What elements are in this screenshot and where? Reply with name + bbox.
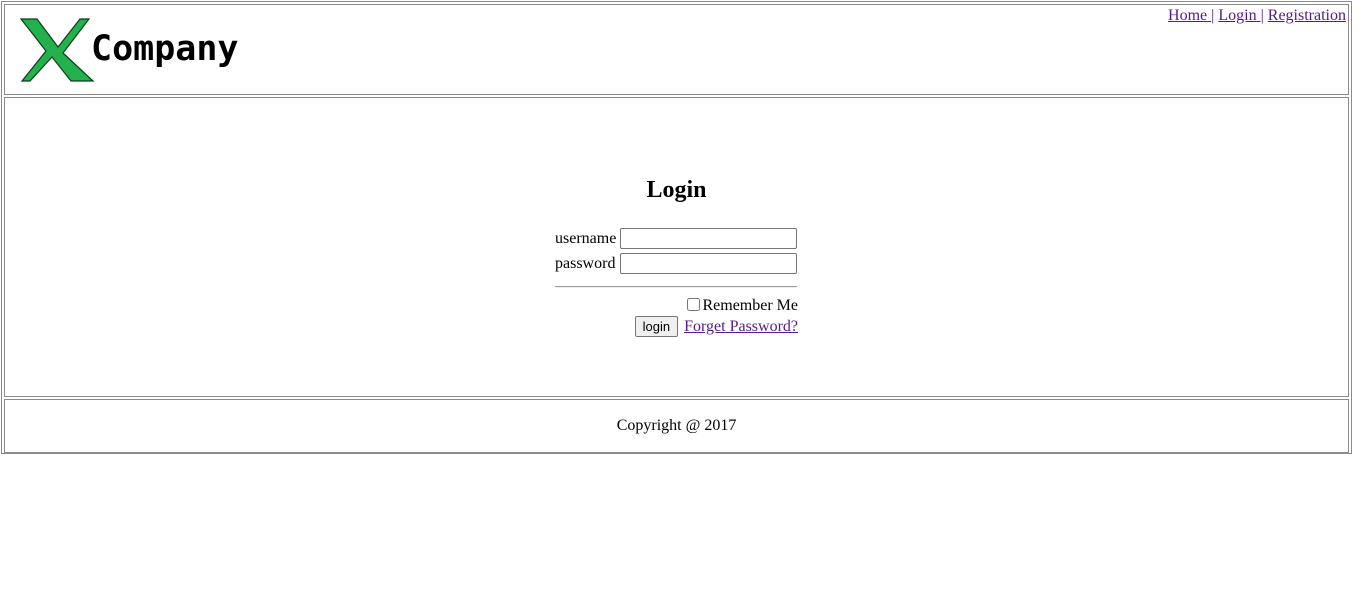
- password-row: password: [555, 253, 798, 278]
- username-label: username: [555, 230, 617, 247]
- form-divider: [555, 286, 797, 288]
- password-label: password: [555, 255, 616, 272]
- header: Company Home | Login | Registration: [4, 4, 1349, 95]
- page-frame: Company Home | Login | Registration Logi…: [1, 1, 1352, 454]
- login-form: username password: [555, 228, 798, 278]
- nav-separator: |: [1260, 7, 1264, 24]
- nav-login-label: Login: [1218, 7, 1257, 24]
- form-actions: login Forget Password?: [634, 316, 798, 337]
- main-content: Login username password Remember Me logi…: [4, 97, 1349, 397]
- forgot-password-link[interactable]: Forget Password?: [684, 318, 798, 335]
- nav-registration-link[interactable]: Registration: [1268, 7, 1346, 24]
- password-input[interactable]: [620, 253, 797, 274]
- remember-me-row: Remember Me: [687, 297, 798, 315]
- nav-separator: |: [1211, 7, 1215, 24]
- username-input[interactable]: [620, 228, 797, 249]
- top-nav: Home | Login | Registration: [1168, 7, 1346, 25]
- nav-home-link[interactable]: Home: [1168, 7, 1211, 24]
- logo-text: Company: [91, 29, 239, 69]
- page-title: Login: [646, 177, 707, 203]
- nav-home-label: Home: [1168, 7, 1208, 24]
- remember-me-label: Remember Me: [702, 297, 798, 314]
- green-x-logo-icon: [19, 18, 95, 82]
- nav-login-link[interactable]: Login: [1218, 7, 1260, 24]
- login-button[interactable]: login: [634, 316, 679, 337]
- username-row: username: [555, 228, 798, 253]
- copyright-text: Copyright @ 2017: [616, 417, 737, 434]
- remember-me-checkbox[interactable]: [687, 298, 701, 311]
- footer: Copyright @ 2017: [4, 399, 1349, 453]
